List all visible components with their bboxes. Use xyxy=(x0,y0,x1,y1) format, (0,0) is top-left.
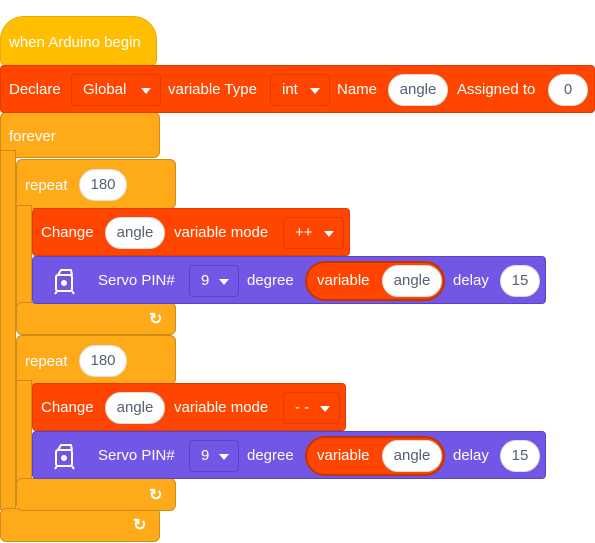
loop-arrow-icon: ↻ xyxy=(133,517,147,534)
assigned-to-label: Assigned to xyxy=(457,81,536,98)
mode-dropdown[interactable]: - - xyxy=(283,392,340,424)
when-arduino-begin-block[interactable]: when Arduino begin xyxy=(0,16,157,66)
repeat-block-bottom: ↻ xyxy=(16,302,176,335)
chevron-down-icon xyxy=(141,88,151,94)
loop-arrow-icon: ↻ xyxy=(149,487,163,504)
pin-value: 9 xyxy=(201,272,210,289)
forever-block-arm xyxy=(0,150,16,510)
repeat-count-input[interactable]: 180 xyxy=(79,345,127,377)
change-label: Change xyxy=(41,399,94,416)
when-arduino-begin-label: when Arduino begin xyxy=(9,34,141,51)
variable-name-input[interactable]: angle xyxy=(388,74,448,106)
mode-value: ++ xyxy=(295,224,313,241)
mode-dropdown[interactable]: ++ xyxy=(283,217,344,249)
servo-block[interactable]: Servo PIN# 9 degree variable angle delay… xyxy=(32,431,546,479)
name-label: Name xyxy=(337,81,378,98)
declare-label: Declare xyxy=(9,81,61,98)
forever-label: forever xyxy=(9,128,56,145)
servo-icon xyxy=(54,444,75,470)
repeat-block[interactable]: repeat 180 xyxy=(16,159,176,209)
assigned-value-input[interactable]: 0 xyxy=(548,74,588,106)
variable-mode-label: variable mode xyxy=(174,224,269,241)
servo-block[interactable]: Servo PIN# 9 degree variable angle delay… xyxy=(32,256,546,304)
servo-pin-label: Servo PIN# xyxy=(98,447,175,464)
repeat-label: repeat xyxy=(25,177,68,194)
variable-reporter-block[interactable]: variable angle xyxy=(305,436,445,476)
change-variable-input[interactable]: angle xyxy=(105,392,165,424)
servo-pin-label: Servo PIN# xyxy=(98,272,175,289)
declare-variable-block[interactable]: Declare Global variable Type int Name an… xyxy=(0,65,595,113)
pin-dropdown[interactable]: 9 xyxy=(189,440,239,472)
variable-label: variable xyxy=(317,447,370,464)
forever-block-bottom: ↻ xyxy=(0,508,160,542)
pin-dropdown[interactable]: 9 xyxy=(189,265,239,297)
scope-dropdown[interactable]: Global xyxy=(71,74,161,106)
servo-icon xyxy=(54,269,75,295)
change-variable-block[interactable]: Change angle variable mode - - xyxy=(32,383,346,431)
repeat-count-input[interactable]: 180 xyxy=(79,169,127,201)
delay-label: delay xyxy=(453,272,489,289)
repeat-block[interactable]: repeat 180 xyxy=(16,335,176,385)
type-dropdown[interactable]: int xyxy=(270,74,330,106)
mode-value: - - xyxy=(295,399,310,416)
delay-input[interactable]: 15 xyxy=(500,265,540,297)
forever-block[interactable]: forever xyxy=(0,112,160,158)
chevron-down-icon xyxy=(219,279,229,285)
degree-label: degree xyxy=(247,447,294,464)
repeat-label: repeat xyxy=(25,353,68,370)
chevron-down-icon xyxy=(320,406,330,412)
type-value: int xyxy=(282,81,298,98)
change-variable-input[interactable]: angle xyxy=(105,217,165,249)
pin-value: 9 xyxy=(201,447,210,464)
degree-label: degree xyxy=(247,272,294,289)
delay-input[interactable]: 15 xyxy=(500,440,540,472)
variable-type-label: variable Type xyxy=(168,81,257,98)
chevron-down-icon xyxy=(324,231,334,237)
change-variable-block[interactable]: Change angle variable mode ++ xyxy=(32,208,350,256)
delay-label: delay xyxy=(453,447,489,464)
change-label: Change xyxy=(41,224,94,241)
chevron-down-icon xyxy=(219,454,229,460)
loop-arrow-icon: ↻ xyxy=(149,311,163,328)
scope-value: Global xyxy=(83,81,127,98)
repeat-block-arm xyxy=(16,205,32,310)
chevron-down-icon xyxy=(310,88,320,94)
variable-mode-label: variable mode xyxy=(174,399,269,416)
variable-label: variable xyxy=(317,272,370,289)
degree-variable-input[interactable]: angle xyxy=(382,440,442,472)
variable-reporter-block[interactable]: variable angle xyxy=(305,261,445,301)
degree-variable-input[interactable]: angle xyxy=(382,265,442,297)
repeat-block-arm xyxy=(16,380,32,485)
repeat-block-bottom: ↻ xyxy=(16,478,176,511)
